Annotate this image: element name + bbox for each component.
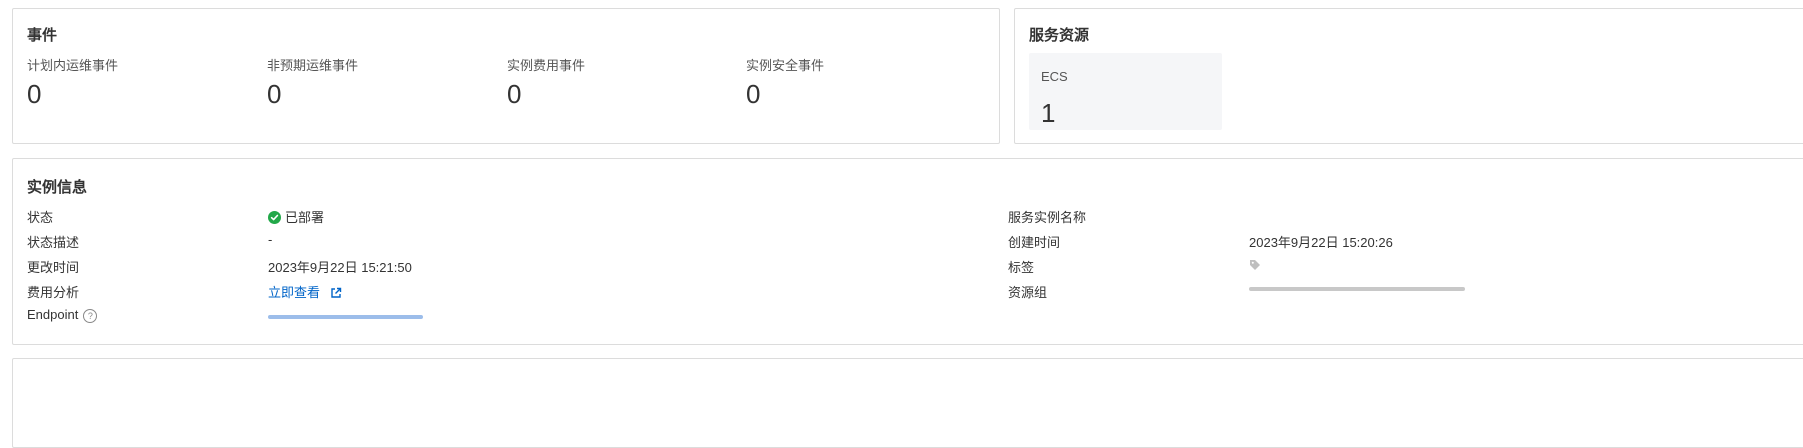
events-title: 事件	[27, 27, 58, 44]
resource-tile-ecs[interactable]: ECS 1	[1029, 53, 1222, 130]
cost-events-count[interactable]: 0	[507, 79, 521, 110]
endpoint-label: Endpoint?	[27, 307, 98, 323]
next-section-card	[12, 358, 1803, 448]
resource-group-label: 资源组	[1008, 285, 1048, 300]
created-time-value: 2023年9月22日 15:20:26	[1249, 235, 1393, 250]
external-link-icon[interactable]	[330, 287, 342, 302]
instance-info-title: 实例信息	[27, 179, 88, 196]
unplanned-maintenance-count[interactable]: 0	[267, 79, 281, 110]
unplanned-maintenance-label: 非预期运维事件	[267, 58, 359, 73]
resource-tile-name: ECS	[1041, 69, 1068, 84]
service-resources-card: 服务资源 ECS 1	[1014, 8, 1803, 144]
instance-info-card: 实例信息 状态 已部署 状态描述 - 更改时间 2023年9月22日 15:21…	[12, 158, 1803, 345]
modified-time-label: 更改时间	[27, 260, 80, 275]
service-instance-name-value	[1249, 211, 1369, 219]
status-desc-label: 状态描述	[27, 235, 80, 250]
created-time-label: 创建时间	[1008, 235, 1061, 250]
resource-tile-count: 1	[1041, 98, 1056, 128]
cost-events-label: 实例费用事件	[507, 58, 586, 73]
planned-maintenance-count[interactable]: 0	[27, 79, 41, 110]
help-icon[interactable]: ?	[83, 309, 98, 323]
planned-maintenance-label: 计划内运维事件	[27, 58, 119, 73]
resource-group-value-redacted[interactable]	[1249, 287, 1465, 293]
cost-analysis-label: 费用分析	[27, 285, 80, 300]
security-events-count[interactable]: 0	[746, 79, 760, 110]
service-instance-name-label: 服务实例名称	[1008, 210, 1087, 225]
status-desc-value: -	[268, 232, 273, 247]
events-card: 事件 计划内运维事件 0 非预期运维事件 0 实例费用事件 0 实例安全事件 0	[12, 8, 1000, 144]
cost-analysis-value: 立即查看	[268, 282, 342, 302]
status-label: 状态	[27, 210, 54, 225]
modified-time-value: 2023年9月22日 15:21:50	[268, 260, 412, 275]
endpoint-label-text: Endpoint	[27, 307, 79, 322]
security-events-label: 实例安全事件	[746, 58, 825, 73]
status-text: 已部署	[285, 210, 325, 225]
service-resources-title: 服务资源	[1029, 27, 1090, 44]
endpoint-value-redacted[interactable]	[268, 315, 423, 319]
status-value: 已部署	[268, 207, 324, 226]
tags-label: 标签	[1008, 260, 1035, 275]
check-circle-icon	[268, 211, 281, 224]
view-cost-link[interactable]: 立即查看	[268, 285, 320, 300]
tag-icon[interactable]	[1249, 258, 1261, 276]
